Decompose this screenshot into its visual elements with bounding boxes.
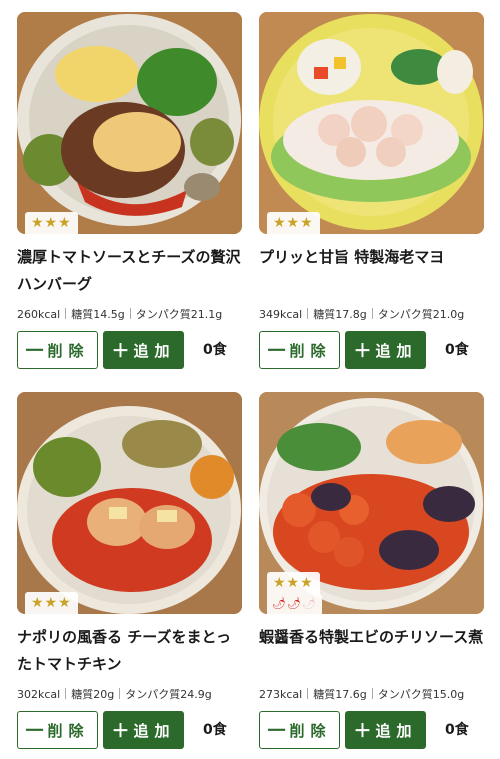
quantity-count: 0食 (445, 722, 469, 738)
remove-label: 削除 (47, 341, 90, 360)
rating-stars: ★★★ (25, 592, 78, 614)
remove-button[interactable]: 一削除 (17, 711, 98, 749)
carbs-value: 糖質17.8g (313, 308, 367, 321)
divider (65, 308, 67, 319)
add-button[interactable]: ＋追加 (345, 711, 426, 749)
plus-icon: ＋ (353, 721, 372, 742)
spice-level: 🌶🌶🌶 (267, 594, 322, 614)
divider (129, 308, 131, 319)
remove-button[interactable]: 一削除 (17, 331, 98, 369)
menu-card: ★★★ ナポリの風香る チーズをまとったトマトチキン 302kcal 糖質20g タ… (17, 392, 242, 749)
rating-stars: ★★★ (267, 212, 320, 234)
quantity-controls: 一削除 ＋追加 0食 (259, 331, 484, 369)
divider (307, 308, 309, 319)
rating-stars: ★★★ (267, 572, 320, 594)
minus-icon: 一 (25, 341, 44, 362)
kcal-value: 302kcal (17, 688, 61, 701)
menu-card: ★★★ 🌶🌶🌶 蝦醤香る特製エビのチリソース煮 273kcal 糖質17.6g タン… (259, 392, 484, 749)
remove-label: 削除 (289, 341, 332, 360)
divider (119, 688, 121, 699)
add-label: 追加 (133, 341, 176, 360)
chili-pepper-icon: 🌶🌶 (272, 597, 302, 610)
remove-label: 削除 (289, 721, 332, 740)
food-photo-tomato-chicken[interactable]: ★★★ (17, 392, 242, 614)
kcal-value: 273kcal (259, 688, 303, 701)
add-label: 追加 (375, 341, 418, 360)
nutrition-info: 260kcal 糖質14.5g タンパク質21.1g (17, 306, 242, 324)
food-photo-shrimp-mayo[interactable]: ★★★ (259, 12, 484, 234)
kcal-value: 260kcal (17, 308, 61, 321)
food-photo-hamburger[interactable]: ★★★ (17, 12, 242, 234)
minus-icon: 一 (267, 341, 286, 362)
add-button[interactable]: ＋追加 (345, 331, 426, 369)
dish-title[interactable]: 濃厚トマトソースとチーズの贅沢ハンバーグ (17, 244, 242, 300)
menu-card: ★★★ プリッと甘旨 特製海老マヨ 349kcal 糖質17.8g タンパク質21.… (259, 12, 484, 369)
rating-stars: ★★★ (25, 212, 78, 234)
minus-icon: 一 (267, 721, 286, 742)
plus-icon: ＋ (111, 721, 130, 742)
plus-icon: ＋ (353, 341, 372, 362)
quantity-controls: 一削除 ＋追加 0食 (17, 711, 242, 749)
divider (371, 688, 373, 699)
quantity-count: 0食 (445, 342, 469, 358)
add-label: 追加 (375, 721, 418, 740)
nutrition-info: 302kcal 糖質20g タンパク質24.9g (17, 686, 242, 704)
kcal-value: 349kcal (259, 308, 303, 321)
remove-button[interactable]: 一削除 (259, 711, 340, 749)
carbs-value: 糖質20g (71, 688, 115, 701)
remove-button[interactable]: 一削除 (259, 331, 340, 369)
divider (65, 688, 67, 699)
protein-value: タンパク質24.9g (125, 688, 212, 701)
quantity-count: 0食 (203, 722, 227, 738)
protein-value: タンパク質21.0g (377, 308, 465, 321)
add-label: 追加 (133, 721, 176, 740)
quantity-controls: 一削除 ＋追加 0食 (17, 331, 242, 369)
minus-icon: 一 (25, 721, 44, 742)
divider (371, 308, 373, 319)
dish-title[interactable]: 蝦醤香る特製エビのチリソース煮 (259, 624, 484, 680)
food-photo-shrimp-chili[interactable]: ★★★ 🌶🌶🌶 (259, 392, 484, 614)
add-button[interactable]: ＋追加 (103, 711, 184, 749)
dish-title[interactable]: ナポリの風香る チーズをまとったトマトチキン (17, 624, 242, 680)
quantity-count: 0食 (203, 342, 227, 358)
protein-value: タンパク質21.1g (135, 308, 223, 321)
plus-icon: ＋ (111, 341, 130, 362)
remove-label: 削除 (47, 721, 90, 740)
quantity-controls: 一削除 ＋追加 0食 (259, 711, 484, 749)
dish-title[interactable]: プリッと甘旨 特製海老マヨ (259, 244, 484, 300)
divider (307, 688, 309, 699)
carbs-value: 糖質14.5g (71, 308, 125, 321)
nutrition-info: 273kcal 糖質17.6g タンパク質15.0g (259, 686, 484, 704)
menu-card: ★★★ 濃厚トマトソースとチーズの贅沢ハンバーグ 260kcal 糖質14.5g タ… (17, 12, 242, 369)
carbs-value: 糖質17.6g (313, 688, 367, 701)
nutrition-info: 349kcal 糖質17.8g タンパク質21.0g (259, 306, 484, 324)
chili-pepper-icon-empty: 🌶 (301, 597, 317, 610)
add-button[interactable]: ＋追加 (103, 331, 184, 369)
protein-value: タンパク質15.0g (377, 688, 465, 701)
